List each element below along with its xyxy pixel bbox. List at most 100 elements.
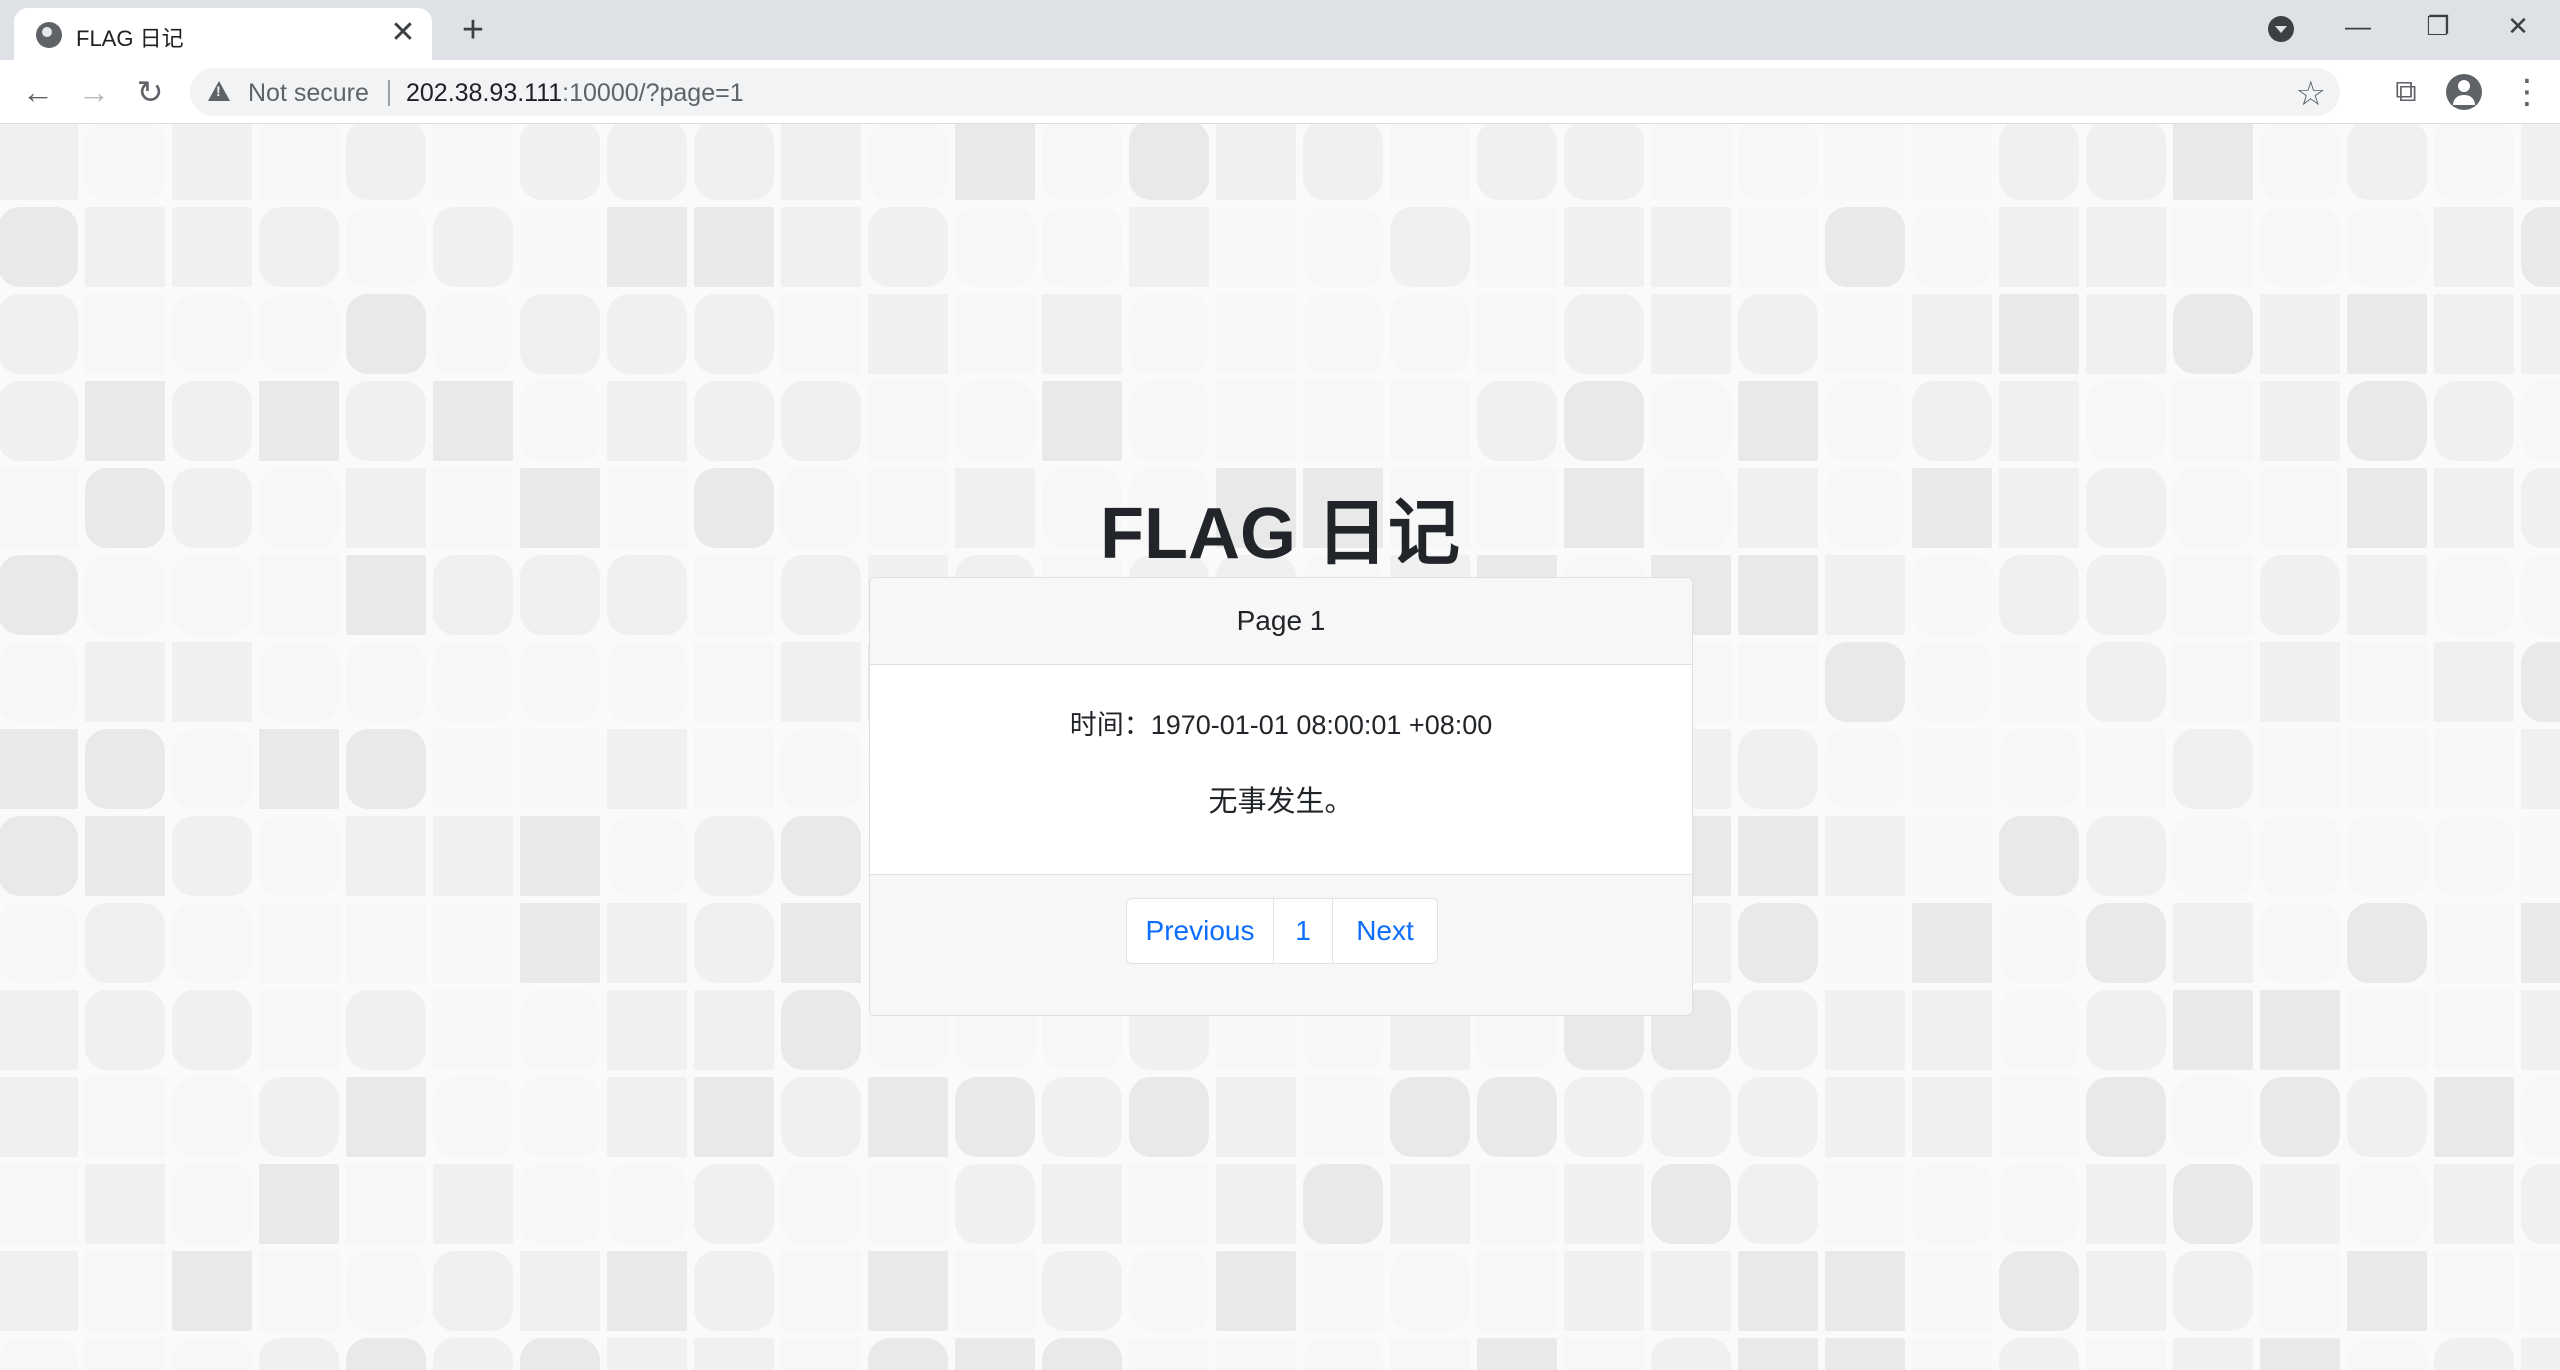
- kebab-menu-icon[interactable]: ⋮: [2510, 74, 2544, 110]
- background-tile: [0, 903, 78, 983]
- background-tile: [1999, 1164, 2079, 1244]
- new-tab-button[interactable]: +: [452, 10, 494, 52]
- background-tile: [1216, 1251, 1296, 1331]
- background-tile: [781, 1077, 861, 1157]
- background-tile: [1129, 381, 1209, 461]
- background-tile: [2173, 903, 2253, 983]
- background-tile: [607, 294, 687, 374]
- background-tile: [1216, 1164, 1296, 1244]
- background-tile: [346, 381, 426, 461]
- entry-time: 时间：1970-01-01 08:00:01 +08:00: [1069, 710, 1493, 740]
- background-tile: [2347, 816, 2427, 896]
- window-minimize-button[interactable]: —: [2328, 6, 2388, 46]
- background-tile: [520, 207, 600, 287]
- background-tile: [433, 903, 513, 983]
- background-tile: [1825, 381, 1905, 461]
- background-tile: [1216, 294, 1296, 374]
- background-tile: [346, 729, 426, 809]
- background-tile: [1912, 1251, 1992, 1331]
- background-tile: [2173, 1077, 2253, 1157]
- tab-search-icon[interactable]: [2268, 16, 2294, 42]
- background-tile: [172, 1077, 252, 1157]
- browser-tab[interactable]: FLAG 日记 ✕: [14, 8, 432, 60]
- background-tile: [1999, 207, 2079, 287]
- window-close-button[interactable]: ✕: [2488, 6, 2548, 46]
- background-tile: [2434, 1077, 2514, 1157]
- background-tile: [2086, 816, 2166, 896]
- background-tile: [85, 990, 165, 1070]
- background-tile: [1390, 1338, 1470, 1370]
- background-tile: [955, 207, 1035, 287]
- background-tile: [1477, 294, 1557, 374]
- browser-toolbar: ← → ↻ Not secure 202.38.93.111:10000/?pa…: [0, 60, 2560, 124]
- background-tile: [781, 903, 861, 983]
- background-tile: [2260, 816, 2340, 896]
- next-page-link[interactable]: Next: [1333, 899, 1437, 963]
- background-tile: [1999, 903, 2079, 983]
- background-tile: [259, 124, 339, 200]
- background-tile: [259, 1251, 339, 1331]
- background-tile: [0, 1338, 78, 1370]
- background-tile: [172, 1164, 252, 1244]
- avatar-icon[interactable]: [2446, 74, 2482, 110]
- background-tile: [85, 1251, 165, 1331]
- background-tile: [2521, 903, 2560, 983]
- background-tile: [1390, 1164, 1470, 1244]
- background-tile: [520, 1251, 600, 1331]
- background-tile: [1651, 1077, 1731, 1157]
- forward-button[interactable]: →: [72, 70, 116, 114]
- background-tile: [607, 816, 687, 896]
- background-tile: [520, 1077, 600, 1157]
- background-tile: [1999, 1338, 2079, 1370]
- background-tile: [0, 729, 78, 809]
- background-tile: [346, 1338, 426, 1370]
- background-tile: [172, 124, 252, 200]
- back-button[interactable]: ←: [16, 70, 60, 114]
- background-tile: [85, 207, 165, 287]
- background-tile: [1912, 903, 1992, 983]
- url-text[interactable]: 202.38.93.111:10000/?page=1: [406, 79, 744, 108]
- background-tile: [1825, 207, 1905, 287]
- address-bar[interactable]: Not secure 202.38.93.111:10000/?page=1 ☆: [190, 68, 2340, 116]
- background-tile: [1738, 1077, 1818, 1157]
- security-label[interactable]: Not secure: [248, 79, 369, 108]
- background-tile: [172, 294, 252, 374]
- background-tile: [346, 903, 426, 983]
- arrow-right-icon: →: [78, 74, 110, 110]
- background-tile: [1303, 1077, 1383, 1157]
- reload-button[interactable]: ↻: [128, 70, 172, 114]
- background-tile: [1999, 1077, 2079, 1157]
- background-tile: [868, 1251, 948, 1331]
- background-tile: [346, 1077, 426, 1157]
- background-tile: [607, 207, 687, 287]
- background-tile: [781, 990, 861, 1070]
- background-tile: [520, 124, 600, 200]
- background-tile: [607, 729, 687, 809]
- background-tile: [1825, 1164, 1905, 1244]
- background-tile: [1216, 207, 1296, 287]
- background-tile: [868, 1164, 948, 1244]
- background-tile: [2260, 124, 2340, 200]
- background-tile: [520, 381, 600, 461]
- previous-page-link[interactable]: Previous: [1127, 899, 1274, 963]
- background-tile: [2173, 990, 2253, 1070]
- background-tile: [955, 381, 1035, 461]
- background-tile: [2086, 1077, 2166, 1157]
- background-tile: [0, 207, 78, 287]
- background-tile: [259, 729, 339, 809]
- background-tile: [607, 1251, 687, 1331]
- tab-close-icon[interactable]: ✕: [386, 16, 420, 50]
- background-tile: [85, 903, 165, 983]
- puzzle-icon[interactable]: ⧉: [2388, 74, 2424, 110]
- page-1-link[interactable]: 1: [1274, 899, 1333, 963]
- background-tile: [694, 642, 774, 722]
- background-tile: [1912, 381, 1992, 461]
- star-icon[interactable]: ☆: [2296, 74, 2326, 114]
- window-restore-button[interactable]: ❐: [2408, 6, 2468, 46]
- background-tile: [2347, 207, 2427, 287]
- background-tile: [520, 642, 600, 722]
- background-tile: [2260, 1251, 2340, 1331]
- background-tile: [1651, 1338, 1731, 1370]
- background-tile: [1651, 1164, 1731, 1244]
- background-tile: [2173, 1164, 2253, 1244]
